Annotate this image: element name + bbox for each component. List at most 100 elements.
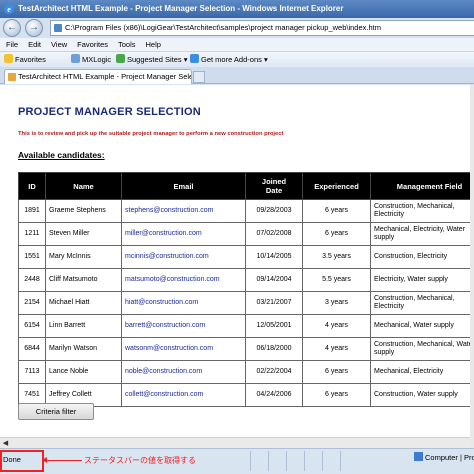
menu-help[interactable]: Help xyxy=(141,38,166,51)
new-tab-button[interactable] xyxy=(193,71,205,83)
scroll-left-icon[interactable]: ◀ xyxy=(1,439,10,448)
cell-management-field: Mechanical, Electricity, Water supply xyxy=(370,222,470,246)
cell-joined-date: 06/18/2000 xyxy=(245,337,303,361)
favorites-label: Favorites xyxy=(15,55,46,64)
vertical-scrollbar[interactable] xyxy=(470,85,474,448)
table-row[interactable]: 7113 Lance Noble noble@construction.com 02/… xyxy=(18,360,470,384)
cell-email[interactable]: collett@construction.com xyxy=(121,383,246,407)
status-pane xyxy=(340,451,358,471)
address-bar[interactable]: C:\Program Files (x86)\LogiGear\TestArch… xyxy=(50,20,474,36)
criteria-filter-button[interactable]: Criteria filter xyxy=(18,403,94,420)
status-panes xyxy=(250,451,414,471)
table-row[interactable]: 6844 Marilyn Watson watsonm@construction.c… xyxy=(18,337,470,361)
cell-email[interactable]: watsonm@construction.com xyxy=(121,337,246,361)
cell-experienced: 6 years xyxy=(302,199,371,223)
cell-email[interactable]: noble@construction.com xyxy=(121,360,246,384)
cell-id: 6844 xyxy=(18,337,46,361)
annotation-text: ステータスバーの値を取得する xyxy=(84,456,196,465)
menu-edit[interactable]: Edit xyxy=(23,38,46,51)
addons-icon xyxy=(190,54,199,63)
table-row[interactable]: 1211 Steven Miller miller@construction.com… xyxy=(18,222,470,246)
cell-joined-date: 09/14/2004 xyxy=(245,268,303,292)
cell-joined-date: 10/14/2005 xyxy=(245,245,303,269)
svg-text:e: e xyxy=(7,5,11,14)
annotation-arrow xyxy=(42,457,82,463)
header-management-field: Management Field xyxy=(370,172,470,200)
forward-button[interactable]: → xyxy=(25,19,43,37)
star-icon xyxy=(4,54,13,63)
cell-experienced: 5.5 years xyxy=(302,268,371,292)
status-pane xyxy=(286,451,304,471)
favorites-button[interactable]: Favorites xyxy=(4,52,46,67)
cell-email[interactable]: miller@construction.com xyxy=(121,222,246,246)
security-zone[interactable]: Computer | Prot xyxy=(414,452,474,462)
back-button[interactable]: ← xyxy=(3,19,21,37)
menu-bar: File Edit View Favorites Tools Help xyxy=(0,38,474,51)
tab-page-icon xyxy=(8,73,16,81)
ie-icon: e xyxy=(4,4,14,14)
cell-management-field: Construction, Mechanical, Water supply xyxy=(370,337,470,361)
address-text: C:\Program Files (x86)\LogiGear\TestArch… xyxy=(65,23,381,32)
cell-management-field: Mechanical, Water supply xyxy=(370,314,470,338)
cell-name: Linn Barrett xyxy=(45,314,122,338)
header-id: ID xyxy=(18,172,46,200)
menu-favorites[interactable]: Favorites xyxy=(72,38,113,51)
cell-id: 1211 xyxy=(18,222,46,246)
cell-joined-date: 07/02/2008 xyxy=(245,222,303,246)
cell-email[interactable]: matsumoto@construction.com xyxy=(121,268,246,292)
cell-id: 1551 xyxy=(18,245,46,269)
cell-management-field: Construction, Mechanical, Electricity xyxy=(370,199,470,223)
fav-mxlogic[interactable]: MXLogic xyxy=(71,52,111,67)
suggested-sites-icon xyxy=(116,54,125,63)
address-row: ← → C:\Program Files (x86)\LogiGear\Test… xyxy=(0,18,474,38)
page-content: PROJECT MANAGER SELECTION This is to rev… xyxy=(0,85,470,448)
status-pane xyxy=(250,451,268,471)
header-name: Name xyxy=(45,172,122,200)
fav-suggested-sites[interactable]: Suggested Sites ▾ xyxy=(116,52,187,67)
cell-email[interactable]: hiatt@construction.com xyxy=(121,291,246,315)
cell-id: 1891 xyxy=(18,199,46,223)
status-pane xyxy=(304,451,322,471)
cell-name: Steven Miller xyxy=(45,222,122,246)
table-row[interactable]: 2154 Michael Hiatt hiatt@construction.com 0… xyxy=(18,291,470,315)
table-row[interactable]: 1551 Mary McInnis mcinnis@construction.com… xyxy=(18,245,470,269)
header-email: Email xyxy=(121,172,246,200)
browser-window: e TestArchitect HTML Example - Project M… xyxy=(0,0,474,474)
cell-management-field: Construction, Water supply xyxy=(370,383,470,407)
menu-tools[interactable]: Tools xyxy=(113,38,141,51)
available-candidates-label: Available candidates: xyxy=(18,150,105,160)
menu-view[interactable]: View xyxy=(46,38,72,51)
window-title: TestArchitect HTML Example - Project Man… xyxy=(18,4,344,13)
page-icon xyxy=(54,24,62,32)
cell-joined-date: 12/05/2001 xyxy=(245,314,303,338)
tab-row: TestArchitect HTML Example - Project Man… xyxy=(0,67,474,84)
table-header-row: ID Name Email Joined Date Experienced Man… xyxy=(18,172,470,200)
cell-experienced: 4 years xyxy=(302,314,371,338)
fav-mxlogic-label: MXLogic xyxy=(82,55,112,64)
menu-file[interactable]: File xyxy=(0,38,23,51)
page-description: This is to review and pick up the suitab… xyxy=(18,131,284,137)
zone-label: Computer | Prot xyxy=(425,453,474,462)
cell-management-field: Electricity, Water supply xyxy=(370,268,470,292)
computer-icon xyxy=(414,452,423,461)
cell-id: 2448 xyxy=(18,268,46,292)
cell-management-field: Mechanical, Electricity xyxy=(370,360,470,384)
mxlogic-icon xyxy=(71,54,80,63)
table-row[interactable]: 2448 Cliff Matsumoto matsumoto@constructio… xyxy=(18,268,470,292)
fav-suggested-label: Suggested Sites ▾ xyxy=(127,55,188,64)
cell-id: 2154 xyxy=(18,291,46,315)
cell-management-field: Construction, Mechanical, Electricity xyxy=(370,291,470,315)
cell-email[interactable]: mcinnis@construction.com xyxy=(121,245,246,269)
table-row[interactable]: 6154 Linn Barrett barrett@construction.com… xyxy=(18,314,470,338)
cell-name: Graeme Stephens xyxy=(45,199,122,223)
cell-management-field: Construction, Electricity xyxy=(370,245,470,269)
cell-email[interactable]: stephens@construction.com xyxy=(121,199,246,223)
table-row[interactable]: 1891 Graeme Stephens stephens@construction… xyxy=(18,199,470,223)
cell-experienced: 4 years xyxy=(302,337,371,361)
cell-experienced: 6 years xyxy=(302,383,371,407)
horizontal-scrollbar[interactable]: ◀ xyxy=(0,437,470,448)
tab-active[interactable]: TestArchitect HTML Example - Project Man… xyxy=(4,69,192,84)
cell-email[interactable]: barrett@construction.com xyxy=(121,314,246,338)
fav-addons[interactable]: Get more Add-ons ▾ xyxy=(190,52,268,67)
status-pane xyxy=(322,451,340,471)
